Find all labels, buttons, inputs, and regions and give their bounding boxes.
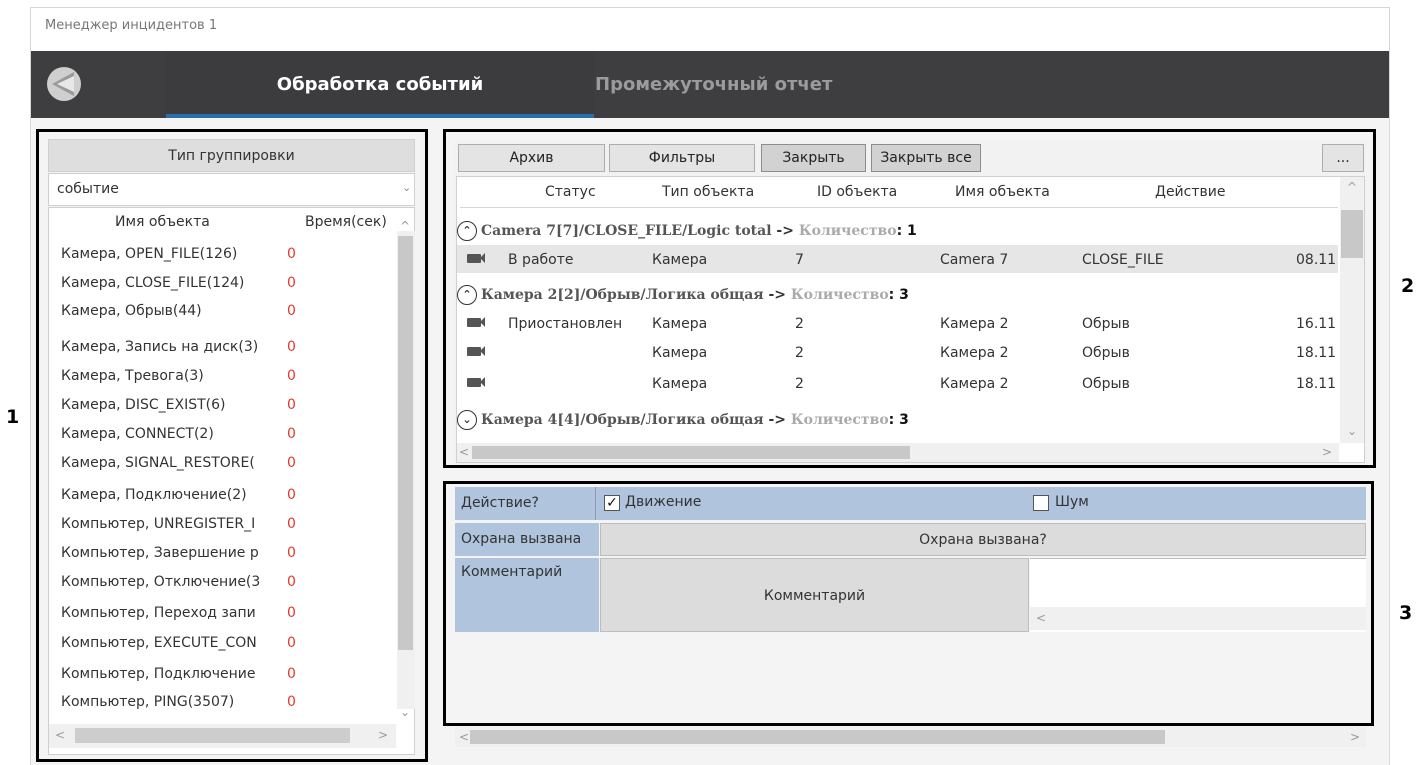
callout-frame-3: [443, 481, 1374, 726]
tab-interim-report[interactable]: Промежуточный отчет: [595, 51, 895, 118]
app-logo-icon: [44, 64, 84, 104]
scroll-left-icon[interactable]: <: [459, 730, 469, 744]
scroll-right-icon[interactable]: >: [1350, 730, 1360, 744]
window-title: Менеджер инцидентов 1: [45, 18, 218, 33]
callout-number-1: 1: [6, 406, 20, 428]
callout-frame-2: [443, 129, 1376, 468]
form-horizontal-scroll-thumb[interactable]: [470, 730, 1165, 744]
callout-number-2: 2: [1401, 275, 1415, 297]
callout-frame-1: [36, 129, 428, 762]
callout-number-3: 3: [1399, 602, 1413, 624]
tab-event-processing[interactable]: Обработка событий: [166, 51, 594, 118]
